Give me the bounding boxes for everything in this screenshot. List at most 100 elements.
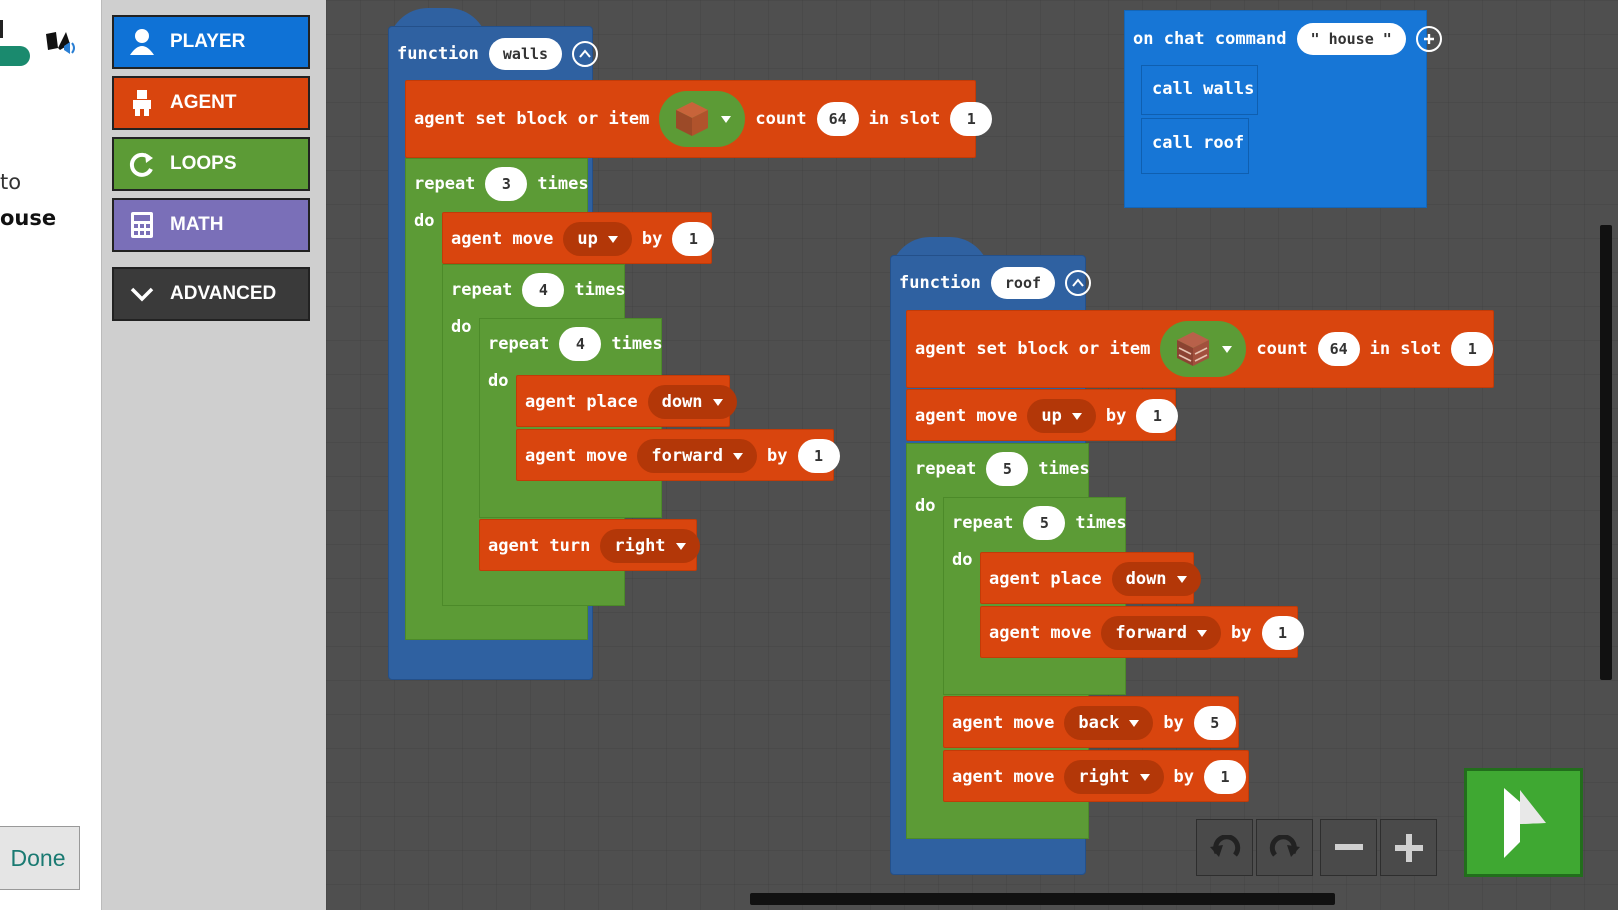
repeat-count-input[interactable]: 5 xyxy=(986,452,1029,486)
block-label: agent move xyxy=(525,446,628,466)
function-name-field[interactable]: walls xyxy=(488,38,563,70)
call-walls-block[interactable]: call walls xyxy=(1141,65,1258,115)
direction-dropdown[interactable]: forward xyxy=(1101,616,1222,650)
call-label: call walls xyxy=(1152,79,1255,99)
block-label: agent place xyxy=(989,569,1102,589)
code-workspace[interactable]: function walls agent set block or item c… xyxy=(326,0,1618,910)
direction-dropdown[interactable]: down xyxy=(1111,562,1201,596)
agent-move-up-walls[interactable]: agent move up by 1 xyxy=(442,212,715,264)
agent-move-right-roof[interactable]: agent move right by 1 xyxy=(943,750,1249,802)
brick-block-icon xyxy=(1177,332,1210,366)
by-keyword: by xyxy=(767,446,788,466)
repeat-count-input[interactable]: 5 xyxy=(1023,506,1066,540)
terracotta-block-icon xyxy=(676,102,709,136)
agent-turn-right-walls[interactable]: agent turn right xyxy=(479,519,700,571)
direction-dropdown[interactable]: right xyxy=(600,529,700,563)
by-keyword: by xyxy=(641,229,663,249)
item-picker[interactable] xyxy=(1160,321,1247,377)
category-player[interactable]: PLAYER xyxy=(112,15,310,69)
direction-dropdown[interactable]: up xyxy=(563,222,632,256)
vertical-scrollbar[interactable] xyxy=(1600,225,1612,680)
horizontal-scrollbar[interactable] xyxy=(750,893,1335,905)
collapse-up-icon[interactable] xyxy=(572,41,599,67)
direction-dropdown[interactable]: back xyxy=(1064,706,1154,740)
do-keyword: do xyxy=(952,550,973,570)
add-parameter-icon[interactable] xyxy=(1415,26,1442,52)
instruction-text-fragment: to xyxy=(0,170,22,194)
distance-input[interactable]: 1 xyxy=(1204,760,1247,794)
repeat-keyword: repeat xyxy=(952,513,1014,533)
agent-move-up-roof[interactable]: agent move up by 1 xyxy=(906,389,1179,441)
by-keyword: by xyxy=(1163,713,1184,733)
category-agent[interactable]: AGENT xyxy=(112,76,310,130)
agent-place-down-walls[interactable]: agent place down xyxy=(516,375,737,427)
block-label: agent move xyxy=(952,713,1055,733)
zoom-out-button[interactable] xyxy=(1320,819,1377,876)
slot-keyword: in slot xyxy=(868,109,941,129)
collapse-up-icon[interactable] xyxy=(1065,270,1092,296)
do-keyword: do xyxy=(915,496,936,516)
do-keyword: do xyxy=(451,317,472,337)
category-label: LOOPS xyxy=(170,153,237,174)
category-label: MATH xyxy=(170,214,224,235)
agent-set-block-roof[interactable]: agent set block or item count 64 in slot… xyxy=(906,310,1494,388)
call-label: call roof xyxy=(1152,133,1245,153)
run-button[interactable] xyxy=(1464,768,1583,877)
by-keyword: by xyxy=(1105,406,1127,426)
repeat-count-input[interactable]: 3 xyxy=(485,167,528,201)
chat-command-input[interactable]: " house " xyxy=(1296,23,1406,55)
times-keyword: times xyxy=(574,280,626,300)
block-label: agent move xyxy=(989,623,1092,643)
direction-dropdown[interactable]: right xyxy=(1064,760,1164,794)
do-keyword: do xyxy=(414,211,435,231)
direction-dropdown[interactable]: down xyxy=(647,385,737,419)
call-roof-block[interactable]: call roof xyxy=(1141,118,1249,174)
distance-input[interactable]: 5 xyxy=(1193,706,1236,740)
category-label: AGENT xyxy=(170,92,237,113)
agent-move-forward-walls[interactable]: agent move forward by 1 xyxy=(516,429,840,481)
distance-input[interactable]: 1 xyxy=(1136,399,1179,433)
item-picker[interactable] xyxy=(659,91,746,147)
block-label: agent set block or item xyxy=(414,109,650,129)
panel-toggle[interactable] xyxy=(0,46,30,66)
distance-input[interactable]: 1 xyxy=(1261,616,1304,650)
slot-input[interactable]: 1 xyxy=(950,102,993,136)
event-label: on chat command xyxy=(1133,29,1287,49)
distance-input[interactable]: 1 xyxy=(797,439,840,473)
repeat-keyword: repeat xyxy=(451,280,513,300)
loop-arrow-icon xyxy=(114,150,170,178)
agent-move-forward-roof[interactable]: agent move forward by 1 xyxy=(980,606,1304,658)
person-icon xyxy=(114,28,170,56)
redo-button[interactable] xyxy=(1256,819,1313,876)
repeat-count-input[interactable]: 4 xyxy=(559,327,602,361)
times-keyword: times xyxy=(1075,513,1127,533)
zoom-out-icon xyxy=(1334,843,1363,850)
category-math[interactable]: MATH xyxy=(112,198,310,252)
category-advanced[interactable]: ADVANCED xyxy=(112,267,310,321)
function-name-field[interactable]: roof xyxy=(990,267,1056,299)
agent-icon xyxy=(114,89,170,117)
agent-set-block-walls[interactable]: agent set block or item count 64 in slot… xyxy=(405,80,993,158)
category-loops[interactable]: LOOPS xyxy=(112,137,310,191)
direction-dropdown[interactable]: forward xyxy=(637,439,758,473)
undo-button[interactable] xyxy=(1196,819,1253,876)
agent-move-back-roof[interactable]: agent move back by 5 xyxy=(943,696,1239,748)
times-keyword: times xyxy=(611,334,663,354)
repeat-count-input[interactable]: 4 xyxy=(522,273,565,307)
instruction-text-bold-fragment: ouse xyxy=(0,206,57,230)
block-label: agent set block or item xyxy=(915,339,1151,359)
slot-keyword: in slot xyxy=(1369,339,1442,359)
chevron-down-icon xyxy=(114,285,170,303)
instructions-panel: to ouse Done xyxy=(0,0,101,910)
agent-place-down-roof[interactable]: agent place down xyxy=(980,552,1201,604)
block-label: agent place xyxy=(525,392,638,412)
count-input[interactable]: 64 xyxy=(1317,332,1360,366)
zoom-in-button[interactable] xyxy=(1380,819,1437,876)
done-button[interactable]: Done xyxy=(0,826,80,890)
count-input[interactable]: 64 xyxy=(816,102,859,136)
times-keyword: times xyxy=(1038,459,1090,479)
read-aloud-icon[interactable] xyxy=(44,30,78,64)
distance-input[interactable]: 1 xyxy=(672,222,715,256)
direction-dropdown[interactable]: up xyxy=(1027,399,1096,433)
slot-input[interactable]: 1 xyxy=(1451,332,1494,366)
